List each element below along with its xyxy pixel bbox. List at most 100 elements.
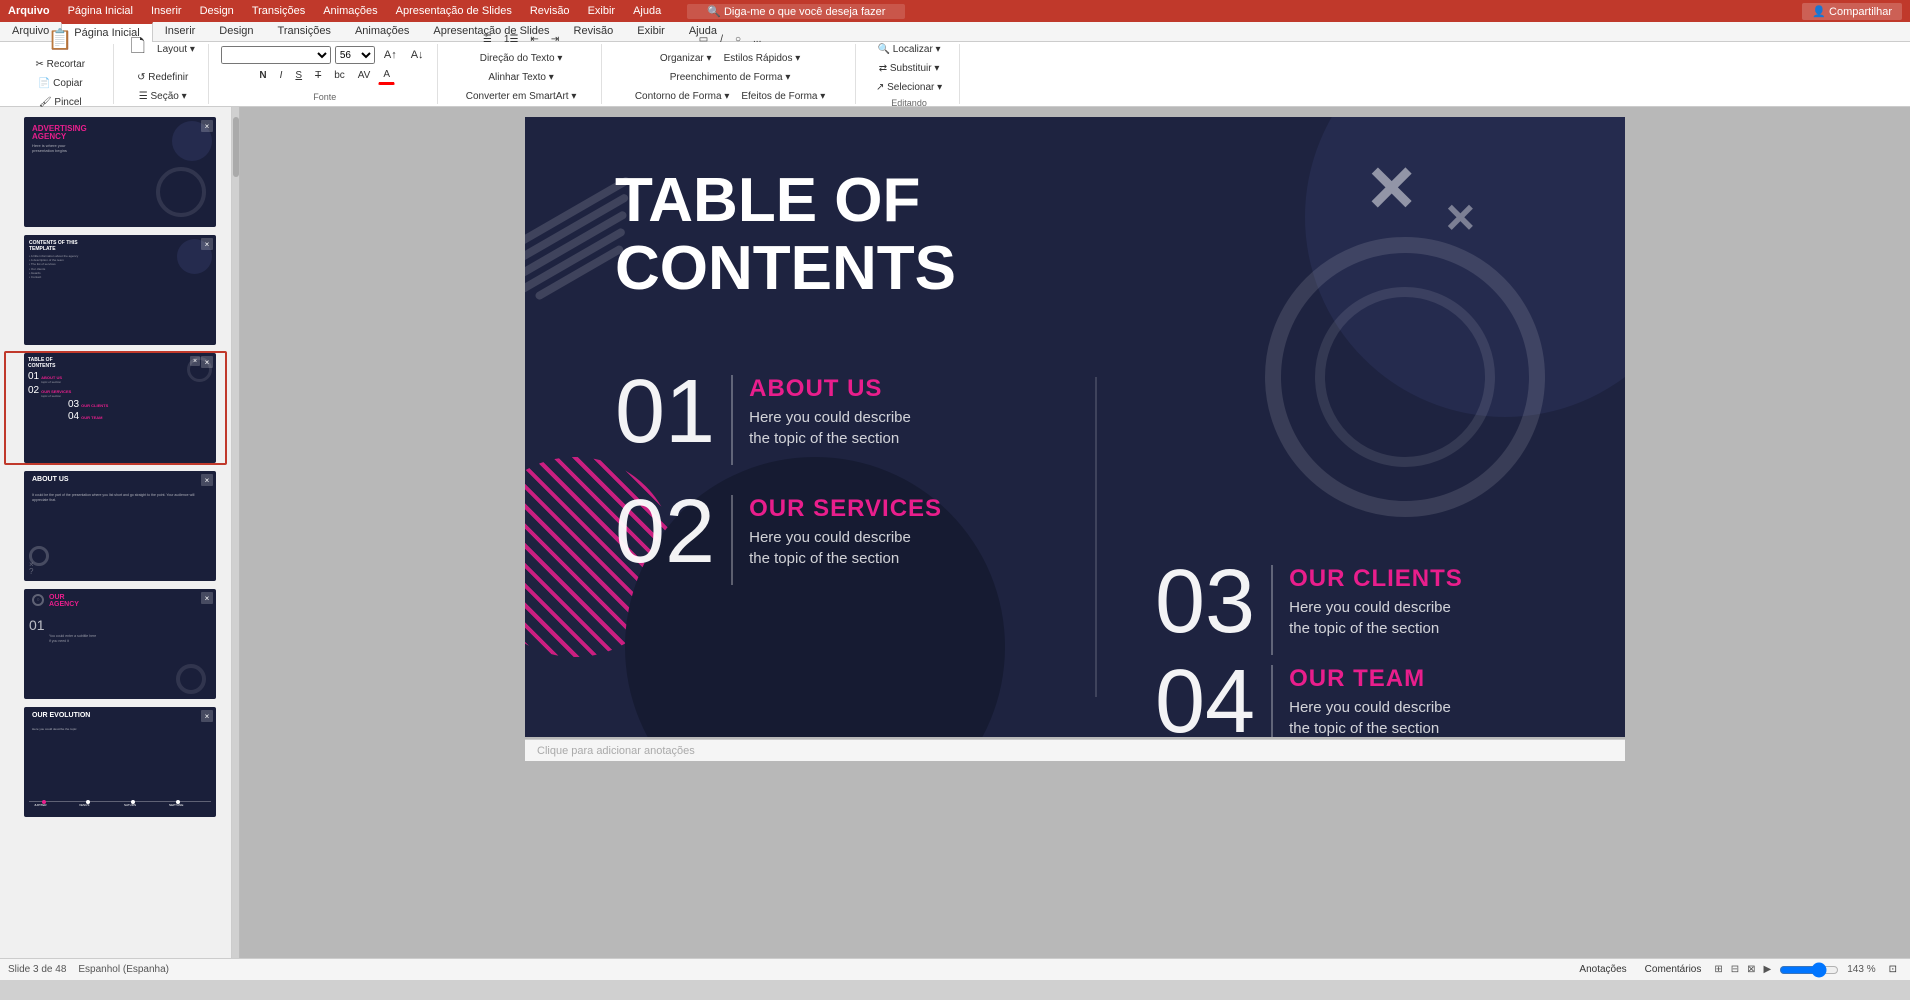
editing-label: Editando (891, 98, 927, 108)
section-button[interactable]: ☰ Seção ▾ (134, 88, 192, 105)
arrange-button[interactable]: Organizar ▾ (655, 50, 717, 67)
menu-apresentacao[interactable]: Apresentação de Slides (396, 5, 512, 17)
bullets-button[interactable]: ☰ (478, 31, 497, 48)
shape-circle-button[interactable]: ○ (730, 31, 746, 48)
strikethrough-button[interactable]: T (310, 66, 326, 85)
editing-group: 🔍 Localizar ▾ ⇄ Substituir ▾ ↗ Seleciona… (860, 44, 960, 104)
font-name-select[interactable] (221, 46, 331, 64)
slide-thumb-3[interactable]: 3 TABLE OFCONTENTS 01 ABOUT US topic of … (4, 351, 227, 465)
menu-inserir[interactable]: Inserir (151, 5, 182, 17)
menu-animacoes[interactable]: Animações (323, 5, 377, 17)
zoom-fit-button[interactable]: ⊡ (1884, 961, 1902, 978)
tab-design[interactable]: Design (207, 22, 265, 41)
menu-exibir[interactable]: Exibir (588, 5, 616, 17)
menu-revisao[interactable]: Revisão (530, 5, 570, 17)
ribbon-content: 📋 ✂ Recortar 📄 Copiar 🖌 Pincel Área de T… (0, 42, 1910, 107)
menu-pagina-inicial[interactable]: Página Inicial (68, 5, 133, 17)
slide-main[interactable]: × × TABLE OF CONTENTS 01 (525, 117, 1625, 737)
toc-section-desc-01: Here you could describe the topic of the… (749, 407, 911, 449)
text-direction-button[interactable]: Direção do Texto ▾ (475, 50, 568, 67)
increase-indent-button[interactable]: ⇥ (546, 31, 564, 48)
comments-button[interactable]: Comentários (1640, 961, 1707, 978)
toc-number-01: 01 (615, 367, 715, 457)
close-slide-5[interactable]: × (201, 592, 213, 604)
reset-button[interactable]: ↺ Redefinir (132, 69, 193, 86)
smartart-button[interactable]: Converter em SmartArt ▾ (461, 88, 582, 105)
align-text-button[interactable]: Alinhar Texto ▾ (483, 69, 558, 86)
view-reading-icon[interactable]: ⊠ (1747, 964, 1755, 975)
decrease-indent-button[interactable]: ⇤ (525, 31, 543, 48)
replace-button[interactable]: ⇄ Substituir ▾ (874, 60, 945, 77)
shape-effects-button[interactable]: Efeitos de Forma ▾ (736, 88, 830, 105)
panel-scrollbar[interactable] (232, 107, 240, 958)
char-spacing-button[interactable]: AV (353, 66, 376, 85)
slide-thumb-1[interactable]: 1 ADVERTISING AGENCY Here is where your … (4, 115, 227, 229)
slide-thumb-2[interactable]: 2 CONTENTS OF THIS TEMPLATE • A little i… (4, 233, 227, 347)
shape-outline-button[interactable]: Contorno de Forma ▾ (630, 88, 735, 105)
view-normal-icon[interactable]: ⊞ (1714, 964, 1722, 975)
status-bar-right: Anotações Comentários ⊞ ⊟ ⊠ ▶ 143 % ⊡ (1574, 961, 1902, 978)
toc-item-04: 04 OUR TEAM Here you could describe the … (1155, 657, 1451, 737)
title-line2: CONTENTS (615, 235, 956, 303)
shadow-button[interactable]: bc (329, 66, 350, 85)
bold-button[interactable]: N (254, 66, 271, 85)
close-slide-3[interactable]: × (201, 356, 213, 368)
notes-placeholder[interactable]: Clique para adicionar anotações (537, 745, 695, 757)
title-line1: TABLE OF (615, 167, 956, 235)
menu-design[interactable]: Design (200, 5, 234, 17)
zoom-level: 143 % (1847, 964, 1875, 975)
drawing-group: ▭ / ○ ... Organizar ▾ Estilos Rápidos ▾ … (606, 44, 856, 104)
underline-button[interactable]: S (290, 66, 307, 85)
menu-transicoes[interactable]: Transições (252, 5, 305, 17)
view-slide-icon[interactable]: ⊟ (1731, 964, 1739, 975)
toc-section-desc-04: Here you could describe the topic of the… (1289, 697, 1451, 737)
paragraph-group: ☰ 1☰ ⇤ ⇥ Direção do Texto ▾ Alinhar Text… (442, 44, 602, 104)
menu-bar: Arquivo Página Inicial Inserir Design Tr… (0, 0, 1910, 22)
close-slide-6[interactable]: × (201, 710, 213, 722)
layout-button[interactable]: Layout ▾ (152, 31, 200, 67)
close-slide-2[interactable]: × (201, 238, 213, 250)
decrease-font-button[interactable]: A↓ (406, 46, 429, 64)
font-size-select[interactable]: 56 (335, 46, 375, 64)
font-color-button[interactable]: A (378, 66, 395, 85)
close-slide-1[interactable]: × (201, 120, 213, 132)
numbering-button[interactable]: 1☰ (499, 31, 524, 48)
select-button[interactable]: ↗ Selecionar ▾ (871, 79, 947, 96)
tab-transicoes[interactable]: Transições (266, 22, 343, 41)
tab-revisao[interactable]: Revisão (562, 22, 626, 41)
slide-thumb-4[interactable]: 4 ABOUT US It could be the part of the p… (4, 469, 227, 583)
paste-button[interactable]: 📋 (44, 25, 77, 54)
close-slide-4[interactable]: × (201, 474, 213, 486)
clipboard-group: 📋 ✂ Recortar 📄 Copiar 🖌 Pincel Área de T… (8, 44, 114, 104)
quick-styles-button[interactable]: Estilos Rápidos ▾ (719, 50, 806, 67)
view-presenter-icon[interactable]: ▶ (1764, 964, 1772, 975)
italic-button[interactable]: I (275, 66, 288, 85)
find-button[interactable]: 🔍 Localizar ▾ (873, 41, 946, 58)
zoom-slider[interactable] (1779, 962, 1839, 978)
notes-button[interactable]: Anotações (1574, 961, 1631, 978)
search-box[interactable]: 🔍 Diga-me o que você deseja fazer (687, 4, 905, 19)
toc-section-title-03: OUR CLIENTS (1289, 565, 1463, 593)
tab-animacoes[interactable]: Animações (343, 22, 421, 41)
main-layout: 1 ADVERTISING AGENCY Here is where your … (0, 107, 1910, 958)
share-button[interactable]: 👤 Compartilhar (1802, 3, 1902, 20)
copy-button[interactable]: 📄 Copiar (33, 75, 88, 92)
shape-more-button[interactable]: ... (748, 31, 766, 48)
slide-title: TABLE OF CONTENTS (615, 167, 956, 303)
toc-item-01: 01 ABOUT US Here you could describe the … (615, 367, 911, 465)
tab-exibir[interactable]: Exibir (625, 22, 677, 41)
shape-line-button[interactable]: / (715, 31, 728, 48)
slide-thumb-5[interactable]: 5 ○ OUR AGENCY 01 You could enter a subt… (4, 587, 227, 701)
menu-ajuda[interactable]: Ajuda (633, 5, 661, 17)
app-name[interactable]: Arquivo (8, 5, 50, 17)
slide-thumb-6[interactable]: 6 OUR EVOLUTION Here you could describe … (4, 705, 227, 819)
slide-preview-2: CONTENTS OF THIS TEMPLATE • A little inf… (24, 235, 216, 345)
ribbon-tabs: Arquivo Página Inicial Inserir Design Tr… (0, 22, 1910, 42)
shape-fill-button[interactable]: Preenchimento de Forma ▾ (665, 69, 796, 86)
slide-preview-5: ○ OUR AGENCY 01 You could enter a subtit… (24, 589, 216, 699)
cut-button[interactable]: ✂ Recortar (31, 56, 91, 73)
shape-rect-button[interactable]: ▭ (694, 31, 713, 48)
toc-section-desc-03: Here you could describe the topic of the… (1289, 597, 1463, 639)
increase-font-button[interactable]: A↑ (379, 46, 402, 64)
new-slide-button[interactable]: 🗋 (126, 31, 150, 67)
